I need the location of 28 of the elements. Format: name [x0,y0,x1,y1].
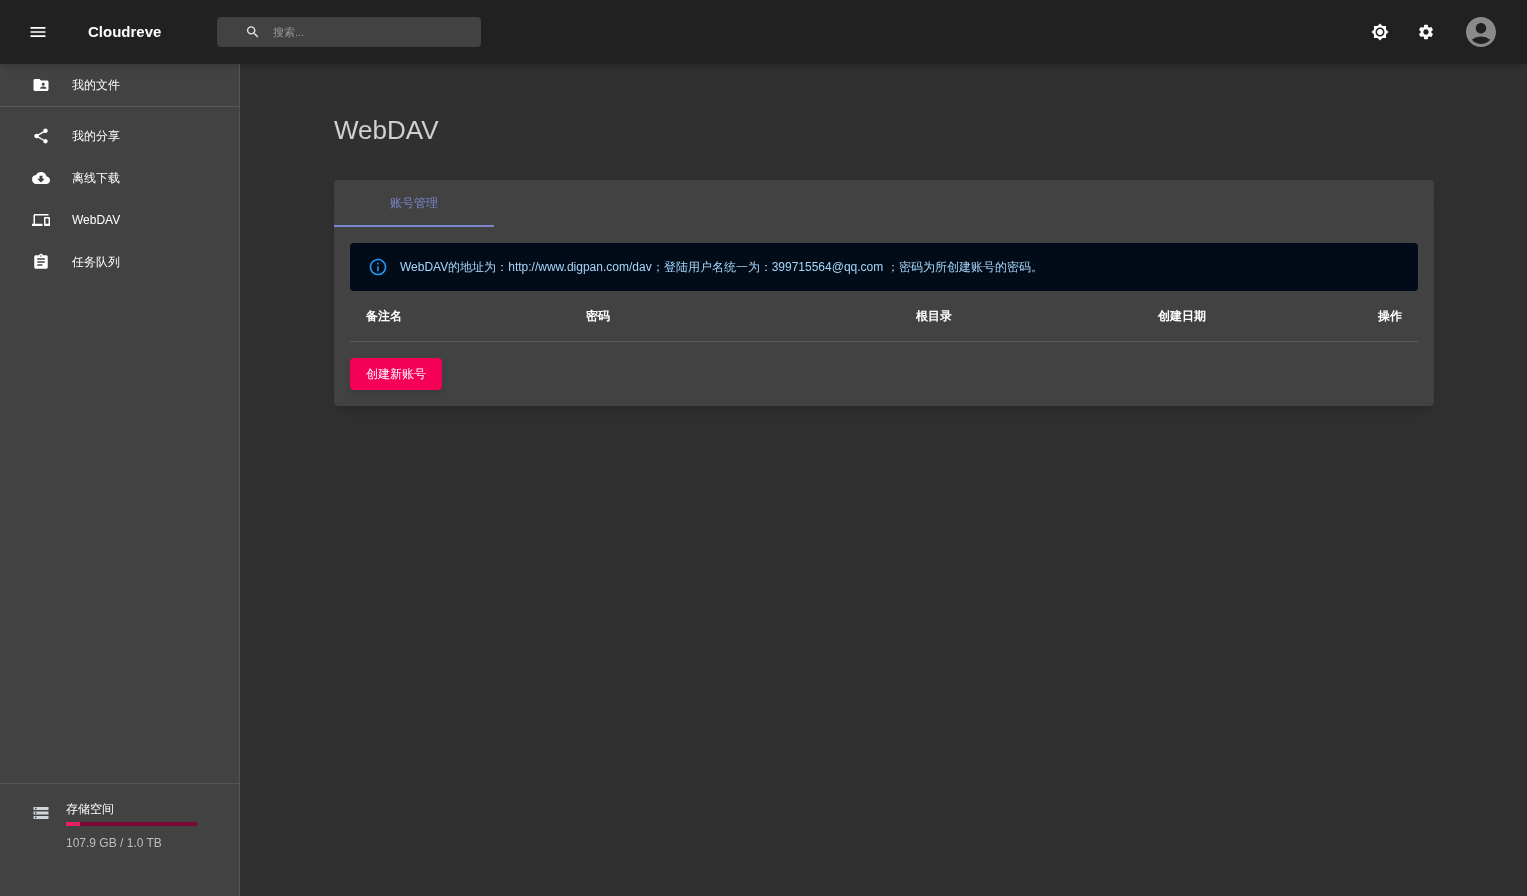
sidebar-item[interactable]: 我的文件 [0,64,239,106]
column-header: 创建日期 [1158,308,1207,325]
clipboard-icon [32,253,50,271]
info-icon [368,257,388,277]
sidebar-item[interactable]: 我的分享 [0,115,239,157]
column-header: 根目录 [916,308,953,325]
storage-label: 存储空间 [66,801,115,818]
share-icon [32,127,50,145]
brightness-icon [1371,23,1389,41]
cloud-download-icon [32,169,50,187]
sidebar-item[interactable]: 任务队列 [0,241,239,283]
devices-icon [32,211,50,229]
sidebar-item[interactable]: 离线下载 [0,157,239,199]
column-header: 密码 [586,308,611,325]
search-input[interactable]: 搜索... [272,23,454,41]
folder-icon [32,76,50,94]
sidebar-item[interactable]: WebDAV [0,199,239,241]
storage-icon [32,804,50,822]
column-header: 操作 [1378,308,1402,325]
create-account-button[interactable]: 创建新账号 [350,358,442,390]
app-title: Cloudreve [88,21,162,42]
alert-text: WebDAV的地址为：http://www.digpan.com/dav；登陆用户名统一为：399715564@qq.com ；密码为所创建账号的密码。 [400,259,1043,276]
settings-icon [1417,23,1435,41]
search-field[interactable]: 搜索... [217,17,482,47]
page-title: WebDAV [334,114,440,147]
storage-usage: 107.9 GB / 1.0 TB [66,835,163,852]
avatar-icon [1463,14,1499,50]
column-header: 备注名 [366,308,403,325]
